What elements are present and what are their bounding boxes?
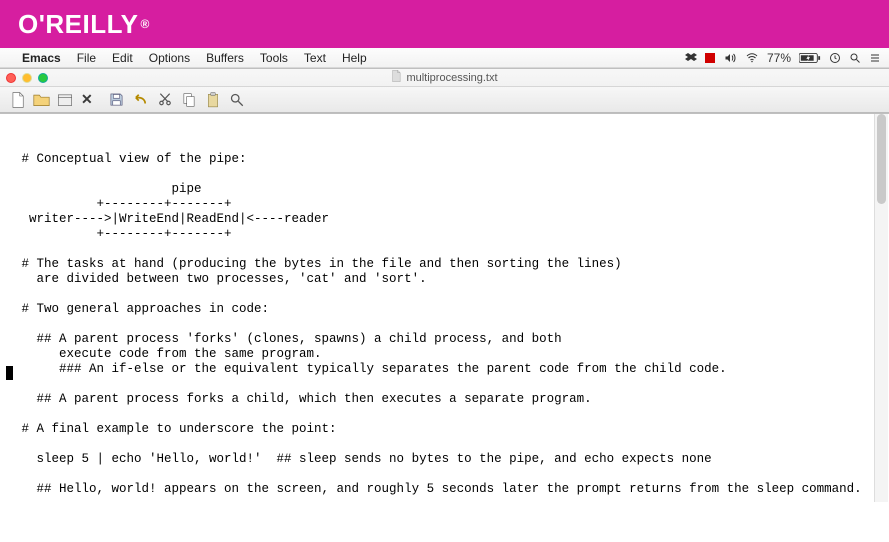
status-tray: 77% (685, 51, 881, 65)
undo-icon[interactable] (130, 90, 152, 110)
menu-tools[interactable]: Tools (260, 51, 288, 65)
spotlight-icon[interactable] (849, 52, 861, 64)
wifi-icon[interactable] (745, 52, 759, 64)
brand-registered: ® (140, 17, 149, 31)
save-icon[interactable] (106, 90, 128, 110)
menu-options[interactable]: Options (149, 51, 190, 65)
brand-wordmark: O'REILLY (18, 9, 138, 40)
kill-buffer-icon[interactable] (54, 90, 76, 110)
editor-window: multiprocessing.txt ✕ (0, 68, 889, 114)
brand-banner: O'REILLY ® (0, 0, 889, 48)
window-title: multiprocessing.txt (406, 72, 497, 84)
editor-content[interactable]: # Conceptual view of the pipe: pipe +---… (14, 152, 883, 497)
menu-text[interactable]: Text (304, 51, 326, 65)
clock-icon[interactable] (829, 52, 841, 64)
mac-menubar: Emacs File Edit Options Buffers Tools Te… (0, 48, 889, 68)
notification-center-icon[interactable] (869, 52, 881, 64)
window-close-button[interactable] (6, 73, 16, 83)
cut-icon[interactable] (154, 90, 176, 110)
editor-viewport[interactable]: # Conceptual view of the pipe: pipe +---… (0, 114, 889, 502)
window-titlebar[interactable]: multiprocessing.txt (0, 69, 889, 87)
window-traffic-lights (6, 73, 48, 83)
close-x-icon[interactable]: ✕ (78, 91, 96, 108)
menu-help[interactable]: Help (342, 51, 367, 65)
search-icon[interactable] (226, 90, 248, 110)
scrollbar-thumb[interactable] (877, 114, 886, 204)
new-file-icon[interactable] (6, 90, 28, 110)
document-icon (391, 70, 401, 85)
window-zoom-button[interactable] (38, 73, 48, 83)
menu-edit[interactable]: Edit (112, 51, 133, 65)
open-folder-icon[interactable] (30, 90, 52, 110)
volume-icon[interactable] (723, 52, 737, 64)
copy-icon[interactable] (178, 90, 200, 110)
text-cursor (6, 366, 13, 380)
recording-indicator-icon[interactable] (705, 53, 715, 63)
menu-file[interactable]: File (77, 51, 96, 65)
battery-icon[interactable] (799, 52, 821, 64)
menu-appname[interactable]: Emacs (22, 51, 61, 65)
menu-buffers[interactable]: Buffers (206, 51, 244, 65)
dropbox-icon[interactable] (685, 52, 697, 64)
paste-icon[interactable] (202, 90, 224, 110)
vertical-scrollbar[interactable] (874, 114, 888, 502)
window-minimize-button[interactable] (22, 73, 32, 83)
battery-percent: 77% (767, 51, 791, 65)
editor-toolbar: ✕ (0, 87, 889, 113)
